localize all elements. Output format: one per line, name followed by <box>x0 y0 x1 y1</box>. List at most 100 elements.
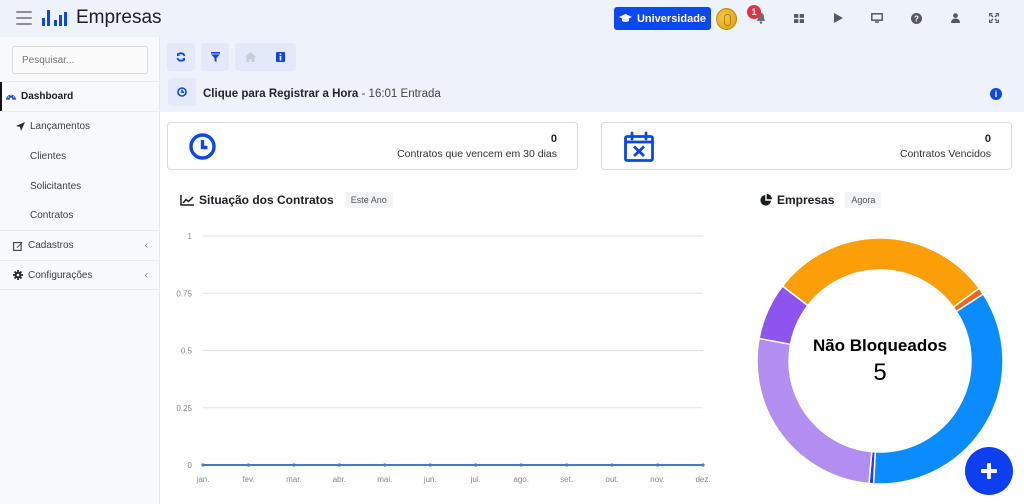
x-tick-label: out. <box>605 475 618 484</box>
sidebar-item-label: Dashboard <box>21 91 74 102</box>
notification-badge: 1 <box>747 5 761 19</box>
info-box-icon <box>275 52 285 62</box>
monitor-icon[interactable] <box>870 11 884 25</box>
period-badge: Este Ano <box>344 192 393 208</box>
data-point <box>565 463 569 467</box>
dashboard-gauge-icon <box>6 92 16 102</box>
gear-icon <box>13 270 23 280</box>
data-point <box>428 463 432 467</box>
data-point <box>701 463 705 467</box>
y-tick-label: 0 <box>188 461 193 470</box>
sidebar-item-label: Contratos <box>30 209 74 221</box>
x-tick-label: nov. <box>650 475 665 484</box>
menu-icon[interactable] <box>16 11 32 25</box>
sidebar-item-label: Clientes <box>30 150 67 162</box>
sidebar-item-label: Configurações <box>28 269 93 281</box>
sidebar-item-solicitantes[interactable]: Solicitantes <box>0 171 160 201</box>
donut-chart-title: Empresas <box>777 193 835 207</box>
sidebar-item-cadastros[interactable]: Cadastros ‹ <box>0 230 160 260</box>
paper-plane-icon <box>15 122 25 132</box>
line-chart-title: Situação dos Contratos <box>199 193 334 207</box>
x-tick-label: jan. <box>196 475 210 484</box>
sidebar-item-clientes[interactable]: Clientes <box>0 141 160 171</box>
sidebar-item-dashboard[interactable]: Dashboard <box>0 81 160 111</box>
data-point <box>655 463 660 467</box>
home-button[interactable] <box>236 43 264 71</box>
x-tick-label: fev. <box>242 475 254 484</box>
donut-center-label: Não Bloqueados <box>813 336 947 355</box>
card-label: Contratos que vencem em 30 dias <box>397 148 557 160</box>
expand-icon[interactable] <box>987 11 1001 25</box>
hour-time: 16:01 <box>368 88 398 100</box>
sidebar-item-contratos[interactable]: Contratos <box>0 200 160 230</box>
x-tick-label: jun. <box>423 475 437 484</box>
card-contracts-expiring[interactable]: 0 Contratos que vencem em 30 dias <box>167 122 578 170</box>
x-tick-label: mar. <box>286 475 302 484</box>
sidebar-item-label: Cadastros <box>28 240 74 251</box>
y-tick-label: 0.5 <box>181 347 193 356</box>
x-tick-label: set. <box>560 475 573 484</box>
coin-icon[interactable] <box>716 8 737 30</box>
add-button[interactable] <box>965 447 1013 495</box>
card-value: 0 <box>550 133 557 145</box>
search-input[interactable] <box>12 46 148 74</box>
data-point <box>292 463 296 467</box>
x-tick-label: ago. <box>513 475 529 484</box>
data-point <box>246 463 251 467</box>
data-point <box>474 463 478 467</box>
line-chart-header: Situação dos Contratos Este Ano <box>180 192 393 208</box>
data-point <box>519 463 523 467</box>
y-tick-label: 1 <box>188 232 193 241</box>
university-button[interactable]: Universidade <box>614 7 711 30</box>
period-badge: Agora <box>845 192 882 208</box>
logo-bars-icon <box>42 10 67 26</box>
donut-center-value: 5 <box>873 359 886 386</box>
x-tick-label: dez. <box>695 475 710 484</box>
calendar-x-icon <box>624 131 654 162</box>
sidebar-item-configuracoes[interactable]: Configurações ‹ <box>0 260 160 290</box>
x-tick-label: jul. <box>470 475 481 484</box>
data-point <box>337 463 341 467</box>
card-contracts-expired[interactable]: 0 Contratos Vencidos <box>601 122 1012 170</box>
line-chart-icon <box>180 194 194 206</box>
clock-icon <box>189 133 216 160</box>
sidebar: Dashboard Lançamentos Clientes Solicitan… <box>0 37 160 504</box>
x-tick-label: mai. <box>377 475 392 484</box>
refresh-button[interactable] <box>167 43 195 71</box>
edit-icon <box>13 241 23 251</box>
filter-button[interactable] <box>201 43 229 71</box>
app-title: Empresas <box>76 7 162 28</box>
play-icon[interactable] <box>831 11 845 25</box>
refresh-icon <box>176 52 186 62</box>
register-hour-button[interactable] <box>168 78 196 106</box>
line-chart: 0 0.25 0.5 0.75 1 jan. fev. mar. abr. mai. jun. jul… <box>176 232 710 484</box>
filter-icon <box>210 52 220 62</box>
home-icon <box>244 52 256 62</box>
pie-chart-icon <box>760 194 772 206</box>
card-label: Contratos Vencidos <box>899 148 991 160</box>
chevron-left-icon: ‹ <box>144 269 148 281</box>
chevron-left-icon: ‹ <box>144 240 148 251</box>
info-box-button[interactable] <box>266 43 294 71</box>
data-point <box>610 463 614 467</box>
y-tick-label: 0.25 <box>176 404 192 413</box>
data-point <box>383 463 387 467</box>
top-bar: Empresas Universidade 1 ? <box>0 0 1024 37</box>
sidebar-item-label: Solicitantes <box>30 180 82 192</box>
grid-icon[interactable] <box>792 11 806 25</box>
donut-chart-header: Empresas Agora <box>760 192 882 208</box>
x-tick-label: abr. <box>333 475 346 484</box>
clock-icon <box>177 87 187 97</box>
hour-status: Entrada <box>400 88 441 100</box>
sidebar-item-label: Lançamentos <box>30 121 91 132</box>
sidebar-item-lancamentos[interactable]: Lançamentos <box>0 111 160 141</box>
data-point <box>201 463 205 467</box>
svg-text:?: ? <box>914 14 919 23</box>
question-icon[interactable]: ? <box>909 11 923 25</box>
register-hour-line: Clique para Registrar a Hora - 16:01 Ent… <box>203 88 441 100</box>
card-value: 0 <box>984 133 991 145</box>
info-icon[interactable]: i <box>990 88 1002 100</box>
graduation-cap-icon <box>618 13 632 22</box>
user-icon[interactable] <box>948 11 962 25</box>
register-hour-link[interactable]: Clique para Registrar a Hora <box>203 88 358 100</box>
